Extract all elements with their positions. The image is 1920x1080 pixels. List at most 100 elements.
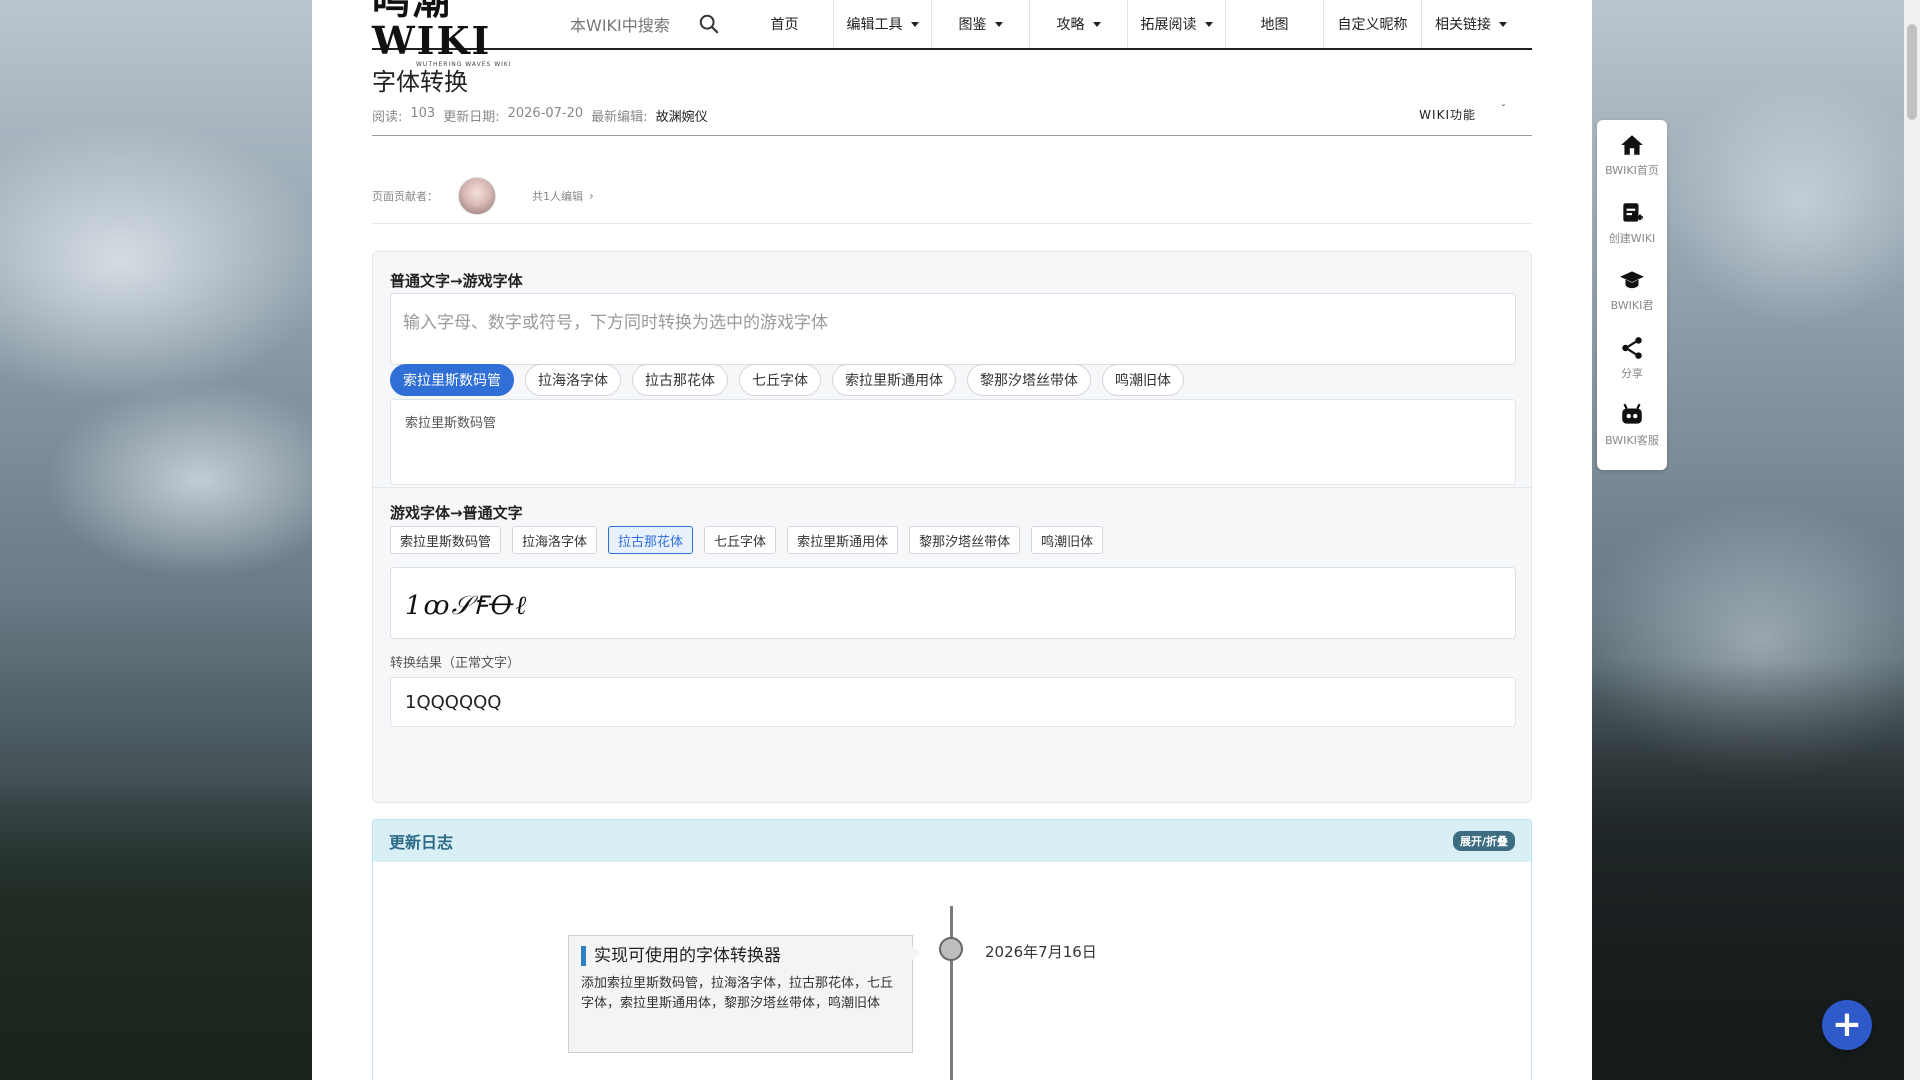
nav-label: 图鉴	[958, 17, 987, 33]
caret-down-icon	[1204, 21, 1213, 27]
font-pill-solaris-common[interactable]: 索拉里斯通用体	[832, 364, 956, 396]
scrollbar-thumb[interactable]	[1907, 24, 1917, 120]
result-label: 转换结果（正常文字）	[390, 656, 521, 671]
share-button[interactable]: 分享	[1597, 335, 1667, 403]
main-page: 鸣潮WIKI WUTHERING WAVES WIKI 本WIKI中搜索 首页 …	[312, 0, 1592, 1080]
font-pill-mingchao-old[interactable]: 鸣潮旧体	[1102, 364, 1184, 396]
updated-label: 更新日期:	[443, 110, 500, 125]
font-converter-panel: 普通文字→游戏字体 输入字母、数字或符号，下方同时转换为选中的游戏字体 索拉里斯…	[372, 251, 1532, 803]
changelog-title: 更新日志	[389, 833, 454, 852]
tool-label: BWIKI君	[1610, 299, 1654, 313]
tool-label: BWIKI首页	[1605, 164, 1659, 177]
changelog-entry-card: 实现可使用的字体转换器 添加索拉里斯数码管，拉海洛字体，拉古那花体，七丘字体，索…	[568, 935, 920, 1053]
nav-label: 攻略	[1056, 17, 1085, 33]
nav-label: 相关链接	[1435, 17, 1491, 33]
top-nav: 鸣潮WIKI WUTHERING WAVES WIKI 本WIKI中搜索 首页 …	[372, 0, 1532, 68]
font-tab-seven-hills[interactable]: 七丘字体	[704, 526, 777, 554]
font-tab-lahailuo[interactable]: 拉海洛字体	[512, 526, 598, 554]
customer-service-button[interactable]: BWIKI客服	[1597, 402, 1667, 470]
side-toolbar: BWIKI首页 创建WIKI BWIKI君 分享 BWIKI客服	[1597, 120, 1667, 470]
font-pill-solaris-digital[interactable]: 索拉里斯数码管	[390, 364, 514, 396]
nav-menu: 首页 编辑工具 图鉴 攻略 拓展阅读 地图 自定义昵称 相关链接	[736, 0, 1520, 48]
latest-editor-link[interactable]: 故渊婉仪	[656, 106, 708, 125]
nav-item-home[interactable]: 首页	[736, 0, 834, 48]
font-pill-lahailuo[interactable]: 拉海洛字体	[525, 364, 621, 396]
page-scrollbar[interactable]	[1904, 0, 1920, 1080]
page-title: 字体转换	[372, 68, 468, 96]
nav-item-map[interactable]: 地图	[1226, 0, 1324, 48]
bwiki-jun-button[interactable]: BWIKI君	[1597, 267, 1667, 335]
game-to-text-title: 游戏字体→普通文字	[390, 504, 523, 522]
caret-down-icon	[1092, 21, 1101, 27]
changelog-panel: 更新日志 展开/折叠 2026年7月16日 实现可使用的字体转换器 添加索拉里斯…	[372, 819, 1532, 1080]
caret-down-icon	[1499, 21, 1507, 27]
plus-icon: +	[1831, 1004, 1863, 1045]
logo-text: 鸣潮WIKI	[372, 0, 492, 63]
search-box[interactable]: 本WIKI中搜索	[570, 0, 720, 48]
entry-body: 添加索拉里斯数码管，拉海洛字体，拉古那花体，七丘字体，索拉里斯通用体，黎那汐塔丝…	[581, 976, 894, 1011]
font-tab-solaris-digital[interactable]: 索拉里斯数码管	[390, 526, 502, 554]
timeline-dot	[939, 937, 963, 961]
add-fab-button[interactable]: +	[1822, 1000, 1872, 1050]
nav-item-extended-reading[interactable]: 拓展阅读	[1128, 0, 1226, 48]
font-tab-linasita-ribbon[interactable]: 黎那汐塔丝带体	[909, 526, 1021, 554]
changelog-header: 更新日志 展开/折叠	[373, 820, 1531, 862]
search-input[interactable]: 本WIKI中搜索	[570, 12, 698, 36]
tool-label: 创建WIKI	[1608, 231, 1656, 245]
nav-label: 拓展阅读	[1140, 17, 1197, 33]
expand-collapse-button[interactable]: 展开/折叠	[1452, 831, 1515, 851]
game-glyph-input[interactable]: 1ꝏ𝒮ꞘꝊℓ	[390, 567, 1516, 639]
nav-item-gallery[interactable]: 图鉴	[932, 0, 1030, 48]
tool-label: 分享	[1621, 366, 1643, 380]
graduation-cap-icon	[1620, 271, 1644, 289]
nav-item-edit-tools[interactable]: 编辑工具	[834, 0, 932, 48]
updated-date: 2026-07-20	[507, 106, 584, 121]
nav-item-related-links[interactable]: 相关链接	[1422, 0, 1520, 48]
background-left-ground	[0, 780, 320, 1080]
create-wiki-button[interactable]: 创建WIKI	[1597, 200, 1667, 268]
font-pill-linasita-ribbon[interactable]: 黎那汐塔丝带体	[967, 364, 1091, 396]
font-selector-top: 索拉里斯数码管 拉海洛字体 拉古那花体 七丘字体 索拉里斯通用体 黎那汐塔丝带体…	[390, 364, 1195, 396]
chevron-right-icon[interactable]: ›	[589, 189, 594, 203]
caret-down-icon	[994, 21, 1003, 27]
nav-item-custom-nickname[interactable]: 自定义昵称	[1324, 0, 1422, 48]
result-output[interactable]: 1QQQQQQ	[390, 677, 1516, 727]
tool-label: BWIKI客服	[1605, 434, 1659, 448]
reads-label: 阅读:	[372, 110, 403, 125]
nav-label: 地图	[1260, 17, 1289, 33]
font-tab-solaris-common[interactable]: 索拉里斯通用体	[787, 526, 899, 554]
create-doc-icon	[1623, 202, 1643, 222]
nav-label: 自定义昵称	[1337, 17, 1408, 33]
nav-label: 编辑工具	[846, 17, 903, 33]
home-icon	[1621, 135, 1643, 155]
nav-item-guides[interactable]: 攻略	[1030, 0, 1128, 48]
nav-label: 首页	[770, 17, 799, 33]
editor-label: 最新编辑:	[591, 110, 648, 125]
card-pointer	[912, 946, 920, 960]
caret-down-icon	[910, 21, 919, 27]
converted-output: 索拉里斯数码管	[390, 399, 1516, 485]
timeline-line	[950, 906, 953, 1080]
chevron-down-icon[interactable]: ˇ	[1501, 104, 1506, 115]
wiki-functions-menu[interactable]: WIKI功能	[1419, 106, 1476, 123]
text-to-game-title: 普通文字→游戏字体	[390, 272, 523, 290]
font-pill-seven-hills[interactable]: 七丘字体	[739, 364, 821, 396]
reads-count: 103	[410, 106, 436, 121]
site-logo[interactable]: 鸣潮WIKI WUTHERING WAVES WIKI	[372, 0, 550, 68]
search-icon[interactable]	[698, 13, 720, 35]
font-tab-mingchao-old[interactable]: 鸣潮旧体	[1031, 526, 1104, 554]
bwiki-home-button[interactable]: BWIKI首页	[1597, 132, 1667, 200]
share-icon	[1622, 336, 1642, 359]
font-tab-laguna-script[interactable]: 拉古那花体	[608, 526, 694, 554]
editor-count-link[interactable]: 共1人编辑	[532, 188, 583, 204]
font-selector-bottom: 索拉里斯数码管 拉海洛字体 拉古那花体 七丘字体 索拉里斯通用体 黎那汐塔丝带体…	[390, 526, 1114, 554]
contributors-row: 页面贡献者： 共1人编辑 ›	[372, 168, 1532, 224]
robot-icon	[1622, 404, 1642, 425]
avatar[interactable]	[458, 176, 496, 215]
contributors-label: 页面贡献者：	[372, 189, 438, 203]
text-input[interactable]: 输入字母、数字或符号，下方同时转换为选中的游戏字体	[390, 293, 1516, 365]
entry-title: 实现可使用的字体转换器	[581, 946, 900, 966]
timeline-date: 2026年7月16日	[985, 943, 1097, 961]
section-divider	[373, 487, 1531, 488]
font-pill-laguna-script[interactable]: 拉古那花体	[632, 364, 728, 396]
